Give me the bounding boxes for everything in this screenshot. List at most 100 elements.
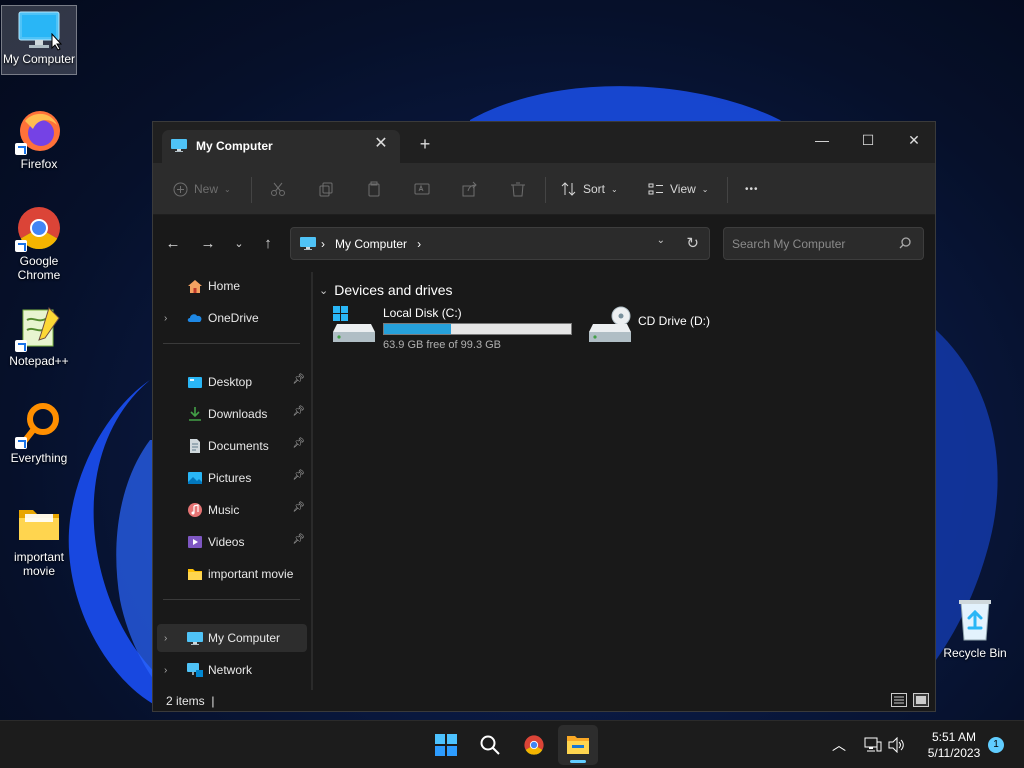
share-button[interactable]: [462, 177, 478, 201]
pin-icon: 📌︎: [292, 470, 305, 481]
cut-button[interactable]: [270, 177, 286, 201]
sidebar-item-label: Downloads: [208, 407, 268, 421]
desktop-icon-notepadpp[interactable]: Notepad++: [1, 300, 77, 370]
desktop-icon-important-movie[interactable]: important movie: [1, 496, 77, 582]
taskbar: ︿ 5:51 AM 5/11/2023 1: [0, 720, 1024, 768]
back-button[interactable]: ←: [162, 233, 184, 255]
network-status-icon[interactable]: [864, 737, 882, 753]
maximize-button[interactable]: ☐: [845, 126, 891, 154]
more-options-icon: •••: [745, 183, 759, 195]
search-input[interactable]: [732, 236, 892, 252]
new-tab-button[interactable]: +: [415, 134, 435, 154]
sort-button[interactable]: Sort ⌄: [561, 177, 618, 201]
sidebar-item-my-computer[interactable]: › My Computer: [157, 624, 307, 652]
onedrive-icon: [187, 314, 202, 322]
breadcrumb-chevron-icon[interactable]: ›: [417, 237, 421, 251]
tab-title: My Computer: [196, 139, 273, 153]
volume-icon[interactable]: [888, 737, 906, 753]
item-count-text: 2 items: [166, 694, 205, 708]
desktop-icon-everything[interactable]: Everything: [1, 397, 77, 467]
folder-icon: [188, 569, 202, 580]
taskbar-search-button[interactable]: [470, 725, 510, 765]
notepadpp-icon: [15, 304, 63, 352]
sidebar-divider: [163, 599, 300, 600]
refresh-button[interactable]: ↻: [686, 234, 699, 252]
sidebar-item-videos[interactable]: Videos 📌︎: [157, 528, 307, 556]
address-bar[interactable]: › My Computer › ⌄ ↻: [290, 227, 710, 260]
address-history-dropdown[interactable]: ⌄: [657, 235, 665, 246]
sidebar-item-downloads[interactable]: Downloads 📌︎: [157, 400, 307, 428]
tab-my-computer[interactable]: My Computer ✕: [162, 130, 400, 163]
system-clock[interactable]: 5:51 AM 5/11/2023: [918, 729, 990, 761]
rename-icon: [414, 183, 430, 195]
recent-locations-button[interactable]: ⌄: [228, 233, 250, 255]
cut-icon: [271, 182, 285, 196]
sidebar-item-music[interactable]: Music 📌︎: [157, 496, 307, 524]
new-button[interactable]: New ⌄: [173, 177, 231, 201]
drive-name: Local Disk (C:): [383, 306, 462, 320]
sidebar-item-network[interactable]: › Network: [157, 656, 307, 684]
breadcrumb-my-computer[interactable]: My Computer: [335, 237, 407, 251]
sidebar-item-onedrive[interactable]: › OneDrive: [157, 304, 307, 332]
forward-button[interactable]: →: [197, 233, 219, 255]
chrome-icon: [15, 204, 63, 252]
search-box[interactable]: [723, 227, 924, 260]
item-count: 2 items |: [166, 694, 214, 708]
sidebar-item-documents[interactable]: Documents 📌︎: [157, 432, 307, 460]
drive-tile-d[interactable]: CD Drive (D:): [587, 306, 737, 354]
desktop-icon-my-computer[interactable]: My Computer: [1, 5, 77, 75]
status-divider: |: [211, 694, 215, 708]
documents-icon: [190, 439, 200, 453]
show-hidden-icons-button[interactable]: ︿: [832, 735, 846, 768]
details-view-button[interactable]: [891, 693, 907, 707]
see-more-button[interactable]: •••: [745, 177, 759, 201]
sidebar-item-desktop[interactable]: Desktop 📌︎: [157, 368, 307, 396]
sidebar-item-label: My Computer: [208, 631, 281, 645]
drive-tile-c[interactable]: Local Disk (C:) 63.9 GB free of 99.3 GB: [331, 306, 576, 354]
large-icons-view-button[interactable]: [913, 693, 929, 707]
sidebar-item-label: important movie: [208, 567, 294, 581]
desktop-icon-firefox[interactable]: Firefox: [1, 103, 77, 173]
desktop-icon-recycle-bin[interactable]: Recycle Bin: [937, 592, 1013, 662]
sidebar-item-label: Desktop: [208, 375, 253, 389]
sidebar-item-home[interactable]: Home: [157, 272, 307, 300]
sidebar-item-label: Videos: [208, 535, 245, 549]
start-icon: [435, 734, 457, 756]
navigation-pane: Home › OneDrive Desktop 📌︎ Downloads 📌︎ …: [153, 272, 311, 692]
file-explorer-icon: [567, 736, 589, 754]
close-window-button[interactable]: ✕: [891, 126, 937, 154]
sidebar-item-pictures[interactable]: Pictures 📌︎: [157, 464, 307, 492]
paste-icon: [368, 181, 380, 197]
minimize-button[interactable]: —: [799, 126, 845, 154]
sort-button-label: Sort: [583, 182, 606, 196]
sidebar-item-label: Documents: [208, 439, 269, 453]
trash-icon: [511, 182, 525, 197]
expand-chevron-icon[interactable]: ›: [164, 313, 167, 324]
start-button[interactable]: [426, 725, 466, 765]
paste-button[interactable]: [366, 177, 382, 201]
sidebar-item-important-movie[interactable]: important movie: [157, 560, 307, 588]
delete-button[interactable]: [510, 177, 526, 201]
expand-chevron-icon[interactable]: ›: [164, 665, 167, 676]
pin-icon: 📌︎: [292, 502, 305, 513]
music-icon: [188, 503, 202, 517]
close-tab-button[interactable]: ✕: [372, 135, 390, 153]
desktop-icon-label: Firefox: [20, 157, 58, 171]
drive-usage-fill: [384, 324, 451, 334]
taskbar-file-explorer-button[interactable]: [558, 725, 598, 765]
title-bar: My Computer ✕ + — ☐ ✕: [153, 122, 935, 163]
notification-badge[interactable]: 1: [988, 737, 1004, 753]
sidebar-divider: [163, 343, 300, 344]
taskbar-chrome-button[interactable]: [514, 725, 554, 765]
rename-button[interactable]: [414, 177, 430, 201]
desktop-icon-chrome[interactable]: Google Chrome: [1, 200, 77, 286]
view-button[interactable]: View ⌄: [648, 177, 709, 201]
toolbar-divider: [545, 177, 546, 203]
toolbar-divider: [727, 177, 728, 203]
up-button[interactable]: ↑: [257, 233, 279, 255]
copy-button[interactable]: [318, 177, 334, 201]
group-header-devices[interactable]: ⌄ Devices and drives: [319, 282, 453, 298]
expand-chevron-icon[interactable]: ›: [164, 633, 167, 644]
desktop-icon-label: important movie: [13, 550, 65, 578]
collapse-chevron-icon: ⌄: [319, 284, 329, 297]
